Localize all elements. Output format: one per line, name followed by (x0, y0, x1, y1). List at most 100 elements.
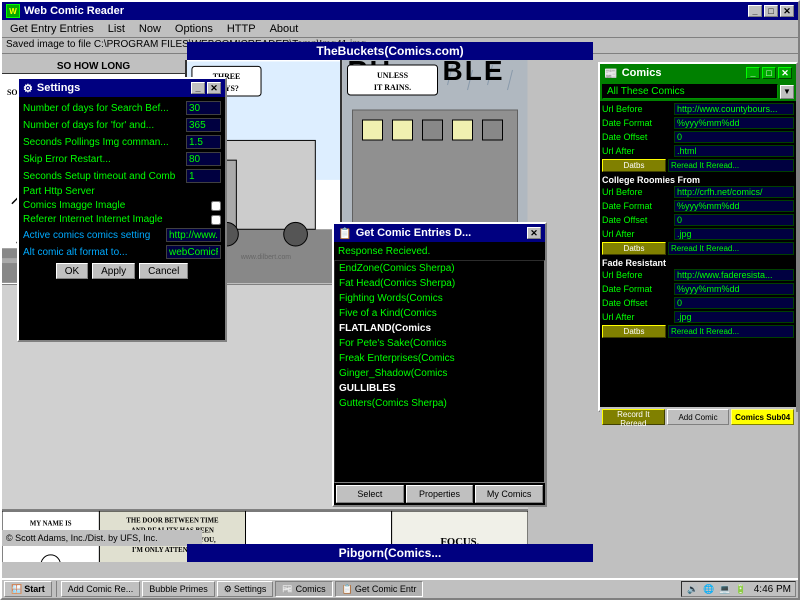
svg-text:UNLESS: UNLESS (377, 71, 409, 80)
get-comic-item-8[interactable]: GULLIBLES (335, 381, 544, 396)
menu-http[interactable]: HTTP (221, 22, 262, 36)
settings-label-1: Number of days for 'for' and... (23, 120, 182, 131)
comics-value-url-after-3: .jpg (674, 311, 794, 323)
settings-row-4: Seconds Setup timeout and Comb (23, 169, 221, 183)
comics-group-1: Url Before http://www.countybours... Dat… (602, 103, 794, 172)
taskbar-btn-get-comic[interactable]: 📋 Get Comic Entr (335, 581, 424, 597)
pibgorn-banner: Pibgorn(Comics... (187, 544, 593, 562)
taskbar-btn-bubble[interactable]: Bubble Primes (142, 581, 215, 597)
start-button[interactable]: 🪟 Start (4, 581, 52, 597)
get-comic-properties-btn[interactable]: Properties (406, 485, 474, 503)
comics-btn-row-1: Datbs Reread It Reread... (602, 159, 794, 172)
svg-text:www.dilbert.com: www.dilbert.com (240, 254, 291, 261)
pibgorn-banner-text: Pibgorn(Comics... (339, 546, 442, 560)
comics-reread-btn-3[interactable]: Datbs (602, 325, 666, 338)
taskbar-btn-comics[interactable]: 📰 Comics (275, 581, 332, 597)
get-comic-item-4[interactable]: FLATLAND(Comics (335, 321, 544, 336)
settings-input-8[interactable] (166, 228, 221, 242)
comics-reread-btn-2[interactable]: Datbs (602, 242, 666, 255)
close-button[interactable]: ✕ (780, 5, 794, 17)
get-comic-item-9[interactable]: Gutters(Comics Sherpa) (335, 396, 544, 411)
comics-value-date-format-2: %yyy%mm%dd (674, 200, 794, 212)
taskbar-btn-add-comic[interactable]: Add Comic Re... (61, 581, 141, 597)
comics-btn-row-2: Datbs Reread It Reread... (602, 242, 794, 255)
copyright-text: © Scott Adams, Inc./Dist. by UFS, Inc. (6, 533, 158, 543)
taskbar-divider (56, 581, 57, 597)
taskbar: 🪟 Start Add Comic Re... Bubble Primes ⚙ … (2, 578, 798, 598)
comics-datbs-value-2: Reread It Reread... (668, 242, 794, 255)
maximize-button[interactable]: □ (764, 5, 778, 17)
settings-row-1: Number of days for 'for' and... (23, 118, 221, 132)
comics-dropdown[interactable]: All These Comics (602, 84, 778, 99)
get-comic-item-7[interactable]: Ginger_Shadow(Comics (335, 366, 544, 381)
settings-window: ⚙ Settings _ ✕ Number of days for Search… (17, 77, 227, 342)
comics-panel-title-bar: 📰 Comics _ □ ✕ (600, 64, 796, 82)
get-comic-item-1[interactable]: Fat Head(Comics Sherpa) (335, 276, 544, 291)
settings-checkbox-6[interactable] (211, 201, 221, 211)
comics-value-date-offset-2: 0 (674, 214, 794, 226)
settings-input-9[interactable] (166, 245, 221, 259)
comics-panel-close-btn[interactable]: ✕ (778, 67, 792, 79)
tray-time: 4:46 PM (754, 584, 791, 595)
get-comic-item-5[interactable]: For Pete's Sake(Comics (335, 336, 544, 351)
settings-input-2[interactable] (186, 135, 221, 149)
settings-input-1[interactable] (186, 118, 221, 132)
settings-input-3[interactable] (186, 152, 221, 166)
comics-sub04-btn[interactable]: Comics Sub04 (731, 409, 794, 425)
so-how-long-header: SO HOW LONG (2, 60, 185, 74)
get-comic-list[interactable]: EndZone(Comics Sherpa) Fat Head(Comics S… (334, 260, 545, 483)
get-comic-mycomics-btn[interactable]: My Comics (475, 485, 543, 503)
get-comic-item-0[interactable]: EndZone(Comics Sherpa) (335, 261, 544, 276)
comics-panel-bottom-buttons: Record It Reread Add Comic Comics Sub04 (600, 407, 796, 427)
comics-value-url-before-2: http://crfh.net/comics/ (674, 186, 794, 198)
tray-icon-2: 🌐 (702, 582, 716, 596)
comics-value-date-format-1: %yyy%mm%dd (674, 117, 794, 129)
comics-label-url-before-3: Url Before (602, 270, 672, 280)
comics-dropdown-bar: All These Comics ▼ (600, 82, 796, 101)
settings-label-7: Referer Internet Internet Imagle (23, 214, 207, 225)
settings-input-4[interactable] (186, 169, 221, 183)
menu-list[interactable]: List (102, 22, 131, 36)
title-bar-buttons: _ □ ✕ (748, 5, 794, 17)
get-comic-dialog: 📋 Get Comic Entries D... ✕ Response Reci… (332, 222, 547, 507)
app-icon: W (6, 4, 20, 18)
comics-row-url-before-1: Url Before http://www.countybours... (602, 103, 794, 115)
comics-reread-btn-1[interactable]: Datbs (602, 159, 666, 172)
settings-input-0[interactable] (186, 101, 221, 115)
menu-about[interactable]: About (264, 22, 305, 36)
settings-label-3: Skip Error Restart... (23, 154, 182, 165)
comics-value-url-after-1: .html (674, 145, 794, 157)
menu-get-entry[interactable]: Get Entry Entries (4, 22, 100, 36)
settings-checkbox-7[interactable] (211, 215, 221, 225)
add-comic-btn[interactable]: Add Comic (667, 409, 730, 425)
menu-options[interactable]: Options (169, 22, 219, 36)
settings-minimize-btn[interactable]: _ (191, 82, 205, 94)
taskbar-btn-settings[interactable]: ⚙ Settings (217, 581, 274, 597)
settings-apply-btn[interactable]: Apply (92, 263, 135, 279)
minimize-button[interactable]: _ (748, 5, 762, 17)
settings-title-bar: ⚙ Settings _ ✕ (19, 79, 225, 97)
tray-icon-3: 💻 (718, 582, 732, 596)
get-comic-item-3[interactable]: Five of a Kind(Comics (335, 306, 544, 321)
get-comic-item-6[interactable]: Freak Enterprises(Comics (335, 351, 544, 366)
settings-title-icon: ⚙ (23, 82, 33, 95)
get-comic-select-btn[interactable]: Select (336, 485, 404, 503)
comics-panel-minimize-btn[interactable]: _ (746, 67, 760, 79)
settings-close-btn[interactable]: ✕ (207, 82, 221, 94)
menu-now[interactable]: Now (133, 22, 167, 36)
comics-label-url-before-2: Url Before (602, 187, 672, 197)
get-comic-close-btn[interactable]: ✕ (527, 227, 541, 239)
comics-row-url-after-1: Url After .html (602, 145, 794, 157)
settings-cancel-btn[interactable]: Cancel (139, 263, 188, 279)
comics-row-url-after-3: Url After .jpg (602, 311, 794, 323)
comics-label-date-format-3: Date Format (602, 284, 672, 294)
comics-datbs-value-3: Reread It Reread... (668, 325, 794, 338)
get-comic-item-2[interactable]: Fighting Words(Comics (335, 291, 544, 306)
comics-btn-row-3: Datbs Reread It Reread... (602, 325, 794, 338)
record-it-reread-btn[interactable]: Record It Reread (602, 409, 665, 425)
settings-ok-btn[interactable]: OK (56, 263, 88, 279)
comics-panel-max-btn[interactable]: □ (762, 67, 776, 79)
tray-icon-1: 🔊 (686, 582, 700, 596)
settings-row-8: Active comics comics setting (23, 228, 221, 242)
comics-dropdown-arrow[interactable]: ▼ (780, 85, 794, 99)
